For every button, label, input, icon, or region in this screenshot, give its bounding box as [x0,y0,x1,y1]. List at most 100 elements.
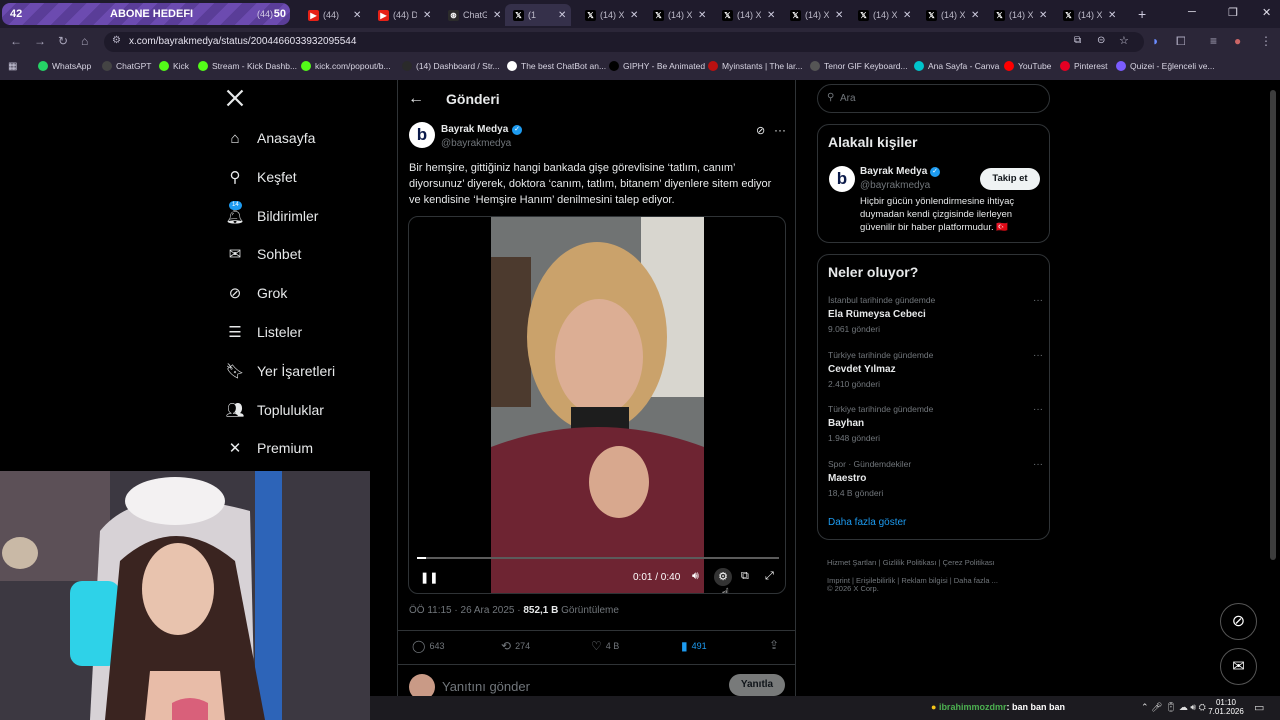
pause-icon[interactable]: ❚❚ [420,571,438,584]
nav-item[interactable]: ⚲ Keşfet [226,168,297,186]
related-name[interactable]: Bayrak Medya [860,166,927,177]
footer-link[interactable]: Hizmet Şartları | [827,558,883,567]
author-name[interactable]: Bayrak Medya [441,124,508,135]
browser-tab[interactable]: 𝕏 (14) X ✕ [645,4,711,26]
author-handle[interactable]: @bayrakmedya [441,138,511,149]
browser-tab[interactable]: 𝕏 (14) X ✕ [986,4,1052,26]
trend-more-icon[interactable]: ··· [1033,295,1043,306]
grok-fab-icon[interactable]: ⊘ [1220,603,1257,640]
footer-link[interactable]: Çerez Politikası [943,558,995,567]
messages-fab-icon[interactable]: ✉ [1220,648,1257,685]
author-avatar[interactable]: b [409,122,435,148]
related-avatar[interactable]: b [829,166,855,192]
bookmark-item[interactable]: Pinterest [1060,61,1108,71]
minimize-icon[interactable]: ─ [1188,6,1196,18]
bookmark-item[interactable]: Tenor GIF Keyboard... [810,61,908,71]
trend-item[interactable]: İstanbul tarihinde gündemde Ela Rümeysa C… [828,295,1043,334]
video-progress-track[interactable] [417,557,779,559]
trend-more-icon[interactable]: ··· [1033,350,1043,361]
bookmark-item[interactable]: (14) Dashboard / Str... [402,61,500,71]
trend-more-icon[interactable]: ··· [1033,459,1043,470]
close-tab-icon[interactable]: ✕ [698,10,706,21]
notification-icon[interactable]: ▭ [1254,701,1264,714]
browser-tab[interactable]: ▶ (44) D ✕ [370,4,436,26]
close-tab-icon[interactable]: ✕ [493,10,501,21]
bookmark-item[interactable]: WhatsApp [38,61,91,71]
bookmark-item[interactable]: Ana Sayfa - Canva [914,61,999,71]
browser-tab[interactable]: 𝕏 (14) X ✕ [577,4,643,26]
picture-in-picture-icon[interactable]: ⧉ [741,570,749,583]
bookmark-item[interactable]: YouTube [1004,61,1051,71]
browser-tab[interactable]: ⊛ ChatG ✕ [440,4,506,26]
browser-tab[interactable]: 𝕏 (14) X ✕ [714,4,780,26]
browser-tab[interactable]: 𝕏 (14) X ✕ [918,4,984,26]
more-options-icon[interactable]: ··· [774,123,786,137]
extension-icon[interactable]: ◗ [1152,34,1159,48]
nav-item[interactable]: 🔖︎ Yer İşaretleri [225,362,335,380]
reply-button[interactable]: Yanıtla [729,674,785,696]
nav-item[interactable]: 👥︎ Topluluklar [225,401,323,419]
browser-tab[interactable]: 𝕏 (14) X ✕ [782,4,848,26]
close-tab-icon[interactable]: ✕ [1039,10,1047,21]
bookmark-item[interactable]: Kick [159,61,189,71]
close-tab-icon[interactable]: ✕ [1108,10,1116,21]
repost-action[interactable]: ⟲ 274 [501,639,530,653]
show-more-link[interactable]: Daha fazla göster [828,517,906,528]
nav-item[interactable]: ✕ Premium [226,439,313,457]
grok-explain-icon[interactable]: ⊘ [756,124,765,137]
volume-icon[interactable]: 🔊︎ [692,570,699,583]
extensions-icon[interactable]: ⧠ [1176,34,1186,49]
apps-icon[interactable]: ▦ [8,61,17,72]
close-tab-icon[interactable]: ✕ [558,10,566,21]
footer-link[interactable]: Gizlilik Politikası | [883,558,943,567]
back-icon[interactable]: ← [10,34,22,48]
forward-icon[interactable]: → [34,34,46,48]
nav-item[interactable]: ☰ Listeler [226,323,302,341]
browser-tab[interactable]: 𝕏 (1 ✕ [505,4,571,26]
back-arrow-icon[interactable]: ← [408,90,424,108]
close-tab-icon[interactable]: ✕ [423,10,431,21]
bookmark-item[interactable]: Myinstants | The lar... [708,61,802,71]
footer-link[interactable]: Reklam bilgisi | [901,576,953,585]
home-browser-icon[interactable]: ⌂ [81,34,88,48]
browser-tab[interactable]: ▶ (44) ✕ [300,4,366,26]
nav-item[interactable]: ⌂ Anasayfa [226,129,315,147]
trend-item[interactable]: Spor · Gündemdekiler Maestro 18,4 B gönder… [828,459,1043,498]
bookmark-action[interactable]: ▮ 491 [681,639,707,653]
page-scrollbar[interactable] [1270,90,1276,560]
nav-item[interactable]: ✉ Sohbet [226,245,302,263]
trend-more-icon[interactable]: ··· [1033,404,1043,415]
settings-gear-icon[interactable]: ⚙ [714,568,732,586]
close-tab-icon[interactable]: ✕ [353,10,361,21]
bookmark-item[interactable]: Quizei - Eğlenceli ve... [1116,61,1215,71]
trend-item[interactable]: Türkiye tarihinde gündemde Cevdet Yılmaz 2… [828,350,1043,389]
close-tab-icon[interactable]: ✕ [767,10,775,21]
search-input[interactable]: ⚲ Ara [817,84,1050,113]
bookmark-item[interactable]: The best ChatBot an... [507,61,606,71]
trend-item[interactable]: Türkiye tarihinde gündemde Bayhan 1.948 gö… [828,404,1043,443]
like-action[interactable]: ♡ 4 B [591,639,619,653]
star-icon[interactable]: ☆ [1119,34,1129,47]
close-tab-icon[interactable]: ✕ [835,10,843,21]
reply-input[interactable]: Yanıtını gönder [442,679,530,694]
close-window-icon[interactable]: ✕ [1262,6,1271,19]
reply-action[interactable]: ◯ 643 [412,639,444,653]
media-icon[interactable]: ⊝ [1097,35,1105,46]
close-tab-icon[interactable]: ✕ [630,10,638,21]
close-tab-icon[interactable]: ✕ [971,10,979,21]
nav-item[interactable]: 🔔︎ 14 Bildirimler [225,200,318,225]
browser-tab[interactable]: 𝕏 (14) X ✕ [1055,4,1121,26]
bookmark-item[interactable]: Stream - Kick Dashb... [198,61,297,71]
follow-button[interactable]: Takip et [980,168,1040,190]
related-handle[interactable]: @bayrakmedya [860,180,930,191]
post-timestamp[interactable]: ÖÖ 11:15 · 26 Ara 2025 · [409,605,523,616]
nav-item[interactable]: ⊘ Grok [226,284,288,302]
bookmark-item[interactable]: kick.com/popout/b... [301,61,391,71]
profile-icon[interactable]: ● [1234,34,1241,48]
new-tab-button[interactable]: + [1138,6,1146,22]
menu-icon[interactable]: ⋮ [1260,34,1272,48]
bookmark-item[interactable]: ChatGPT [102,61,151,71]
footer-link[interactable]: Daha fazla ... [954,576,998,585]
tray-icons[interactable]: ⌃ 🎤︎ 🔋︎ ☁︎ 🔊︎ ⛭ [1141,702,1206,713]
address-bar[interactable]: ⚙ x.com/bayrakmedya/status/2004466033932… [104,32,1144,52]
